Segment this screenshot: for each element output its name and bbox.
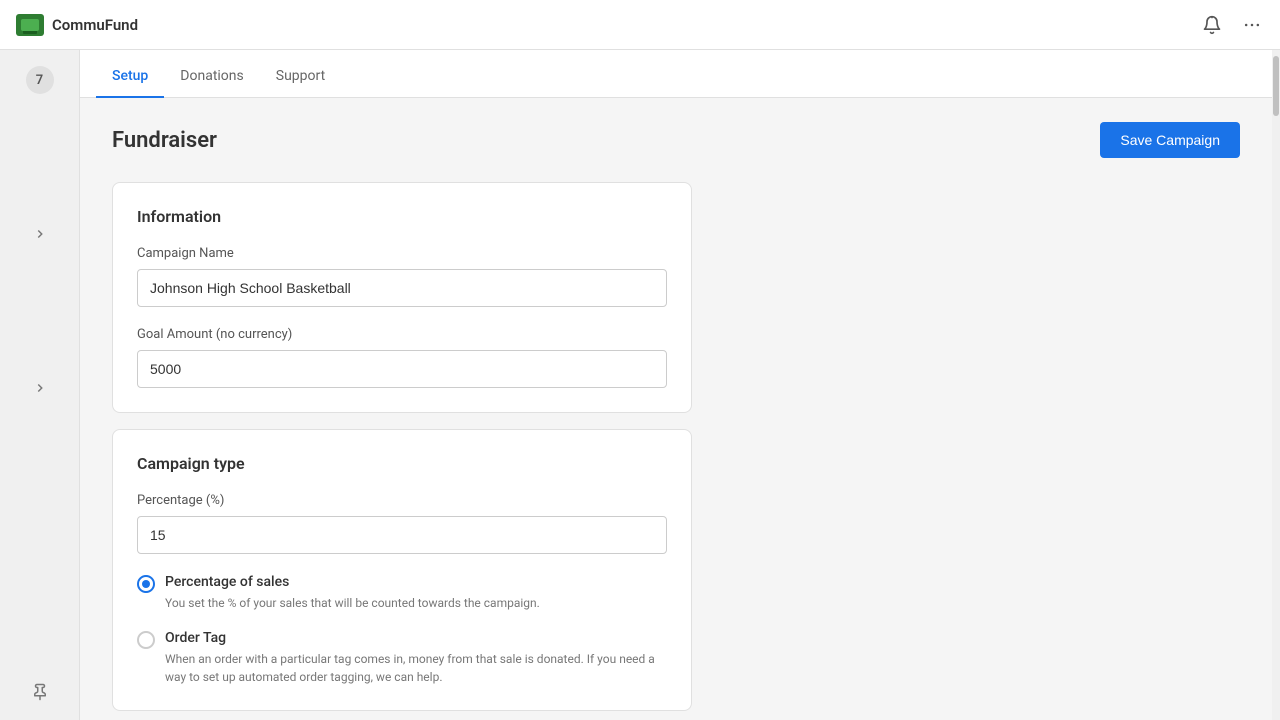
goal-amount-label: Goal Amount (no currency) — [137, 327, 667, 342]
tab-donations[interactable]: Donations — [164, 56, 259, 98]
information-card: Information Campaign Name Goal Amount (n… — [112, 182, 692, 413]
app-logo — [16, 14, 44, 36]
save-campaign-button[interactable]: Save Campaign — [1100, 122, 1240, 158]
app-header: CommuFund — [0, 0, 1280, 50]
radio-percentage-of-sales-description: You set the % of your sales that will be… — [165, 594, 667, 612]
notification-icon[interactable] — [1200, 13, 1224, 37]
radio-order-tag-content: Order Tag When an order with a particula… — [165, 630, 667, 686]
radio-percentage-of-sales-label: Percentage of sales — [165, 574, 667, 590]
scrollbar[interactable] — [1272, 50, 1280, 720]
tab-setup[interactable]: Setup — [96, 56, 164, 98]
page-title: Fundraiser — [112, 128, 217, 153]
tab-bar: Setup Donations Support — [80, 50, 1272, 98]
radio-order-tag-label: Order Tag — [165, 630, 667, 646]
percentage-label: Percentage (%) — [137, 493, 667, 508]
sidebar-badge: 7 — [26, 66, 54, 94]
campaign-type-card: Campaign type Percentage (%) Percentage … — [112, 429, 692, 711]
tab-support[interactable]: Support — [260, 56, 341, 98]
percentage-input[interactable] — [137, 516, 667, 554]
app-branding: CommuFund — [16, 14, 138, 36]
sidebar: 7 — [0, 50, 80, 720]
sidebar-expand-top[interactable] — [28, 222, 52, 246]
page-content: Fundraiser Save Campaign Information Cam… — [80, 98, 1272, 720]
campaign-type-card-title: Campaign type — [137, 454, 667, 473]
campaign-name-group: Campaign Name — [137, 246, 667, 307]
radio-percentage-of-sales-circle — [137, 575, 155, 593]
sidebar-pin-icon[interactable] — [28, 680, 52, 704]
content-area: Setup Donations Support Fundraiser Save … — [80, 50, 1272, 720]
radio-percentage-of-sales[interactable]: Percentage of sales You set the % of you… — [137, 574, 667, 612]
scrollbar-thumb — [1273, 56, 1279, 116]
sidebar-bottom — [28, 680, 52, 704]
more-options-icon[interactable] — [1240, 13, 1264, 37]
goal-amount-input[interactable] — [137, 350, 667, 388]
radio-order-tag-circle — [137, 631, 155, 649]
sidebar-expand-bottom[interactable] — [28, 376, 52, 400]
header-actions — [1200, 13, 1264, 37]
radio-percentage-of-sales-content: Percentage of sales You set the % of you… — [165, 574, 667, 612]
campaign-name-input[interactable] — [137, 269, 667, 307]
goal-amount-group: Goal Amount (no currency) — [137, 327, 667, 388]
information-card-title: Information — [137, 207, 667, 226]
campaign-name-label: Campaign Name — [137, 246, 667, 261]
percentage-group: Percentage (%) — [137, 493, 667, 554]
main-layout: 7 Setup Donations Support Fundrai — [0, 50, 1280, 720]
app-name: CommuFund — [52, 16, 138, 34]
page-header: Fundraiser Save Campaign — [112, 122, 1240, 158]
radio-order-tag-description: When an order with a particular tag come… — [165, 650, 667, 686]
radio-order-tag[interactable]: Order Tag When an order with a particula… — [137, 630, 667, 686]
